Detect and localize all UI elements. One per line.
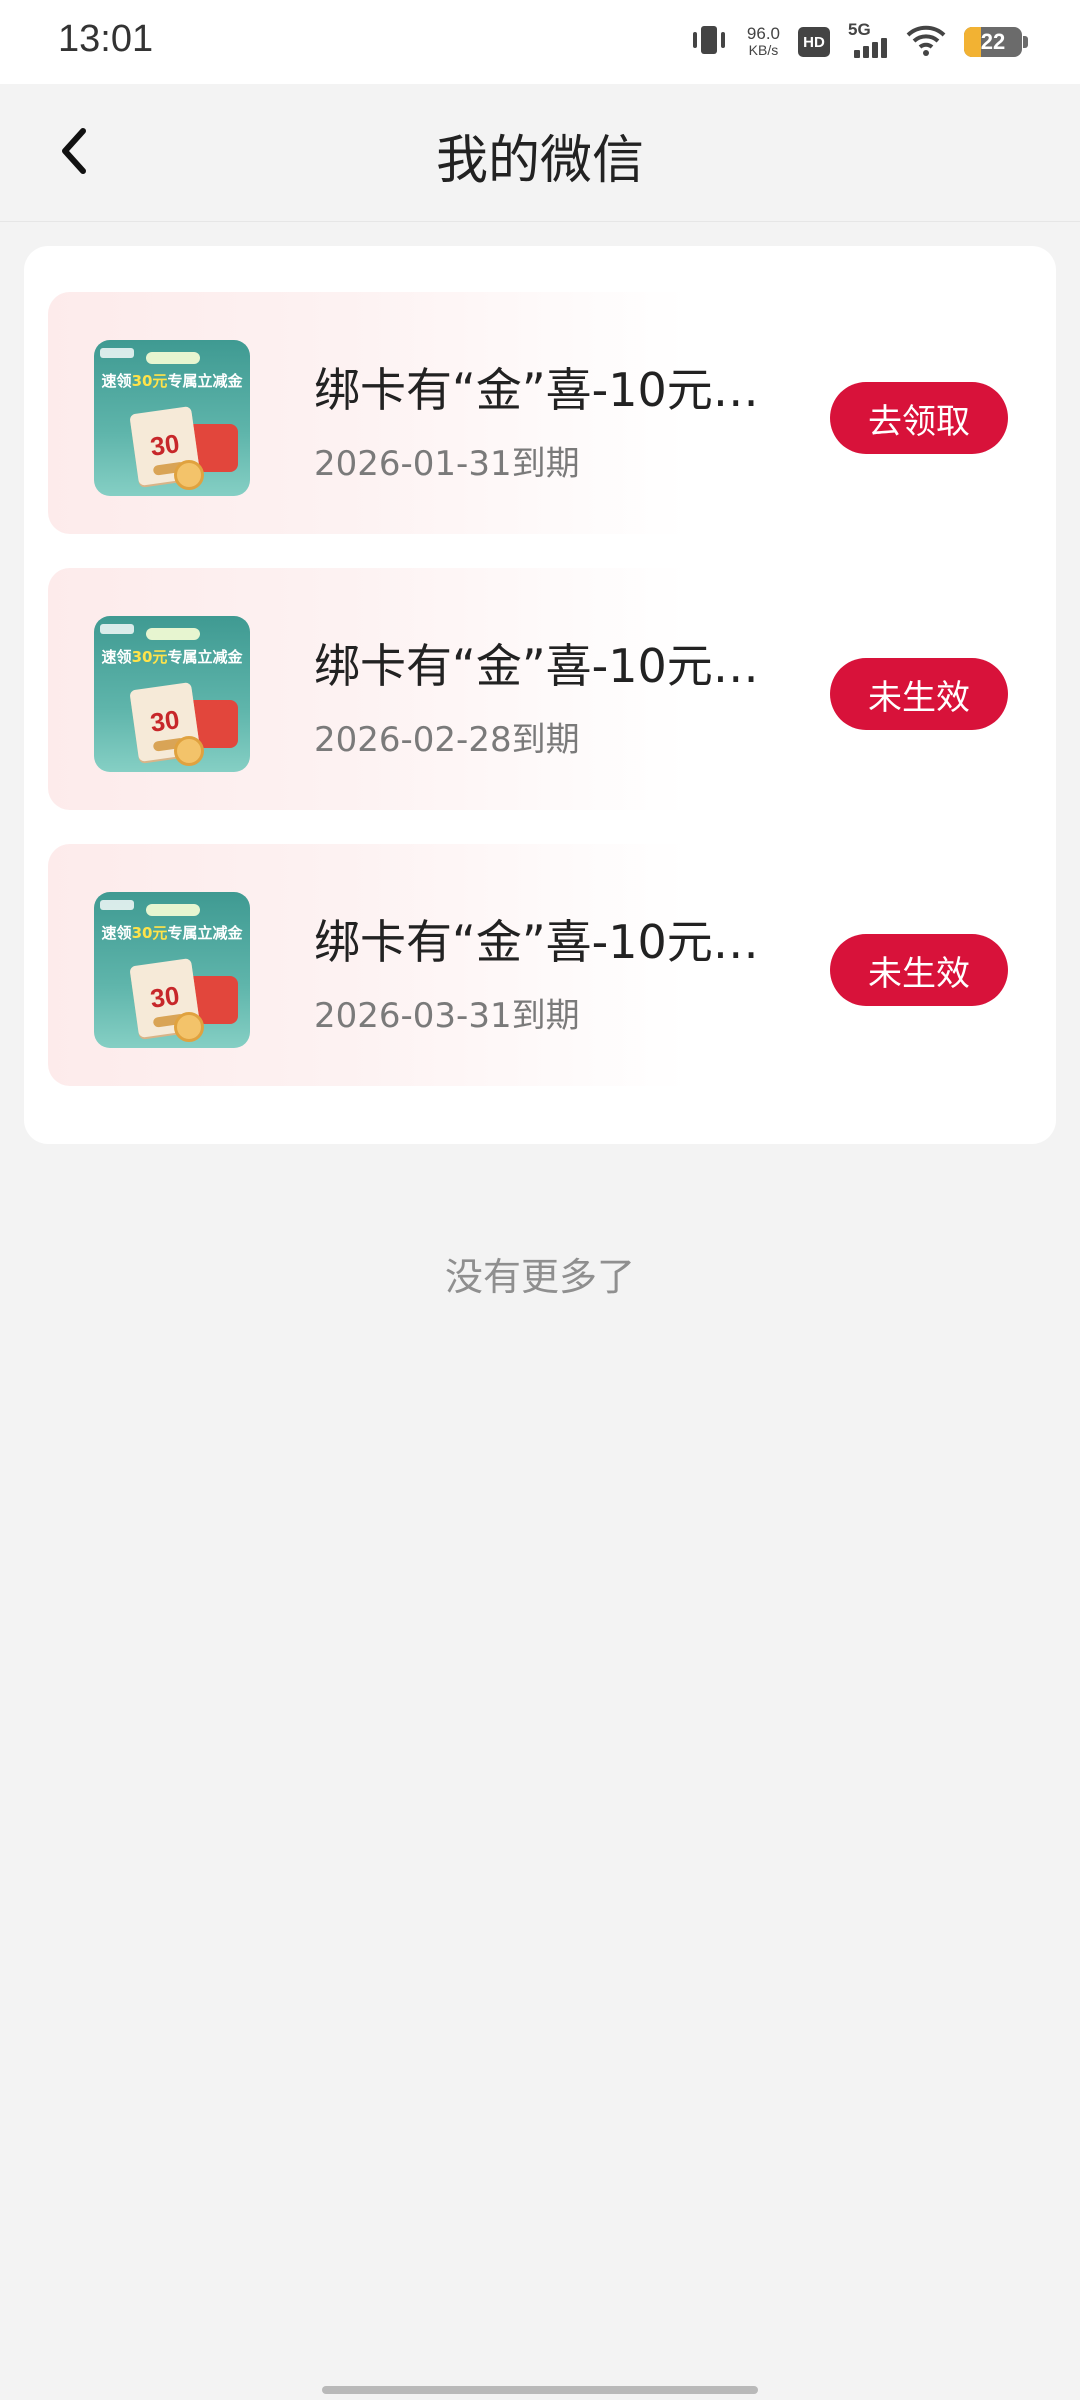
page-header: 我的微信 (0, 84, 1080, 222)
coupon-expiry-date: 2026-01-31到期 (314, 444, 580, 484)
home-indicator[interactable] (322, 2386, 758, 2394)
coupon-image: 速领30元专属立减金 30 (94, 892, 250, 1048)
status-time: 13:01 (58, 18, 154, 60)
coupon-image-headline: 速领30元专属立减金 (101, 924, 243, 942)
coupon-expiry-date: 2026-02-28到期 (314, 720, 580, 760)
status-bar: 13:01 96.0 KB/s HD 5G 22 (0, 0, 1080, 84)
battery-icon: 22 (964, 27, 1028, 57)
coupon-title: 绑卡有“金”喜-10元微信立减金 (314, 639, 774, 693)
status-icons: 96.0 KB/s HD 5G 22 (689, 20, 1028, 64)
signal-icon: 5G (848, 20, 888, 60)
page-title: 我的微信 (435, 131, 644, 191)
not-active-button[interactable]: 未生效 (830, 658, 1008, 730)
net-speed: 96.0 KB/s (746, 24, 780, 58)
coupon-title: 绑卡有“金”喜-10元微信立减金 (314, 363, 774, 417)
coupon-expiry-date: 2026-03-31到期 (314, 996, 580, 1036)
coupon-image-headline: 速领30元专属立减金 (101, 648, 243, 666)
coupon-item[interactable]: 速领30元专属立减金 30 绑卡有“金”喜-10元微信立减金 2026-03-3… (48, 844, 1032, 1086)
not-active-button[interactable]: 未生效 (830, 934, 1008, 1006)
coupon-list-card: 速领30元专属立减金 30 绑卡有“金”喜-10元微信立减金 2026-01-3… (24, 246, 1056, 1144)
coupon-title: 绑卡有“金”喜-10元微信立减金 (314, 915, 774, 969)
vibrate-icon (689, 22, 729, 62)
wifi-icon (906, 23, 946, 61)
coupon-item[interactable]: 速领30元专属立减金 30 绑卡有“金”喜-10元微信立减金 2026-01-3… (48, 292, 1032, 534)
hd-icon: HD (798, 27, 830, 57)
coupon-image: 速领30元专属立减金 30 (94, 616, 250, 772)
coupon-image: 速领30元专属立减金 30 (94, 340, 250, 496)
coupon-item[interactable]: 速领30元专属立减金 30 绑卡有“金”喜-10元微信立减金 2026-02-2… (48, 568, 1032, 810)
claim-button[interactable]: 去领取 (830, 382, 1008, 454)
coupon-image-headline: 速领30元专属立减金 (101, 372, 243, 390)
no-more-text: 没有更多了 (444, 1255, 635, 1299)
